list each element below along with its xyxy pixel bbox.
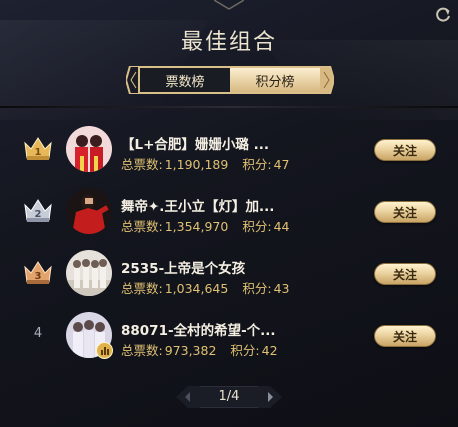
prev-page-icon[interactable] — [176, 386, 200, 408]
stats-line: 总票数: 1,354,970 积分: 44 — [121, 216, 291, 235]
tab-right-cap — [320, 66, 334, 94]
follow-button[interactable]: 关注 — [374, 139, 436, 161]
rank-number: 3 — [35, 271, 42, 282]
follow-button[interactable]: 关注 — [374, 325, 436, 347]
gold-crown-icon: 1 — [24, 137, 52, 160]
score-label: 积分: — [230, 343, 260, 358]
group-name[interactable]: 88071-全村的希望-个... — [121, 319, 361, 339]
rank-number: 4 — [33, 326, 43, 341]
group-name[interactable]: 2535-上帝是个女孩 — [121, 257, 361, 277]
votes-label: 总票数: — [121, 219, 163, 234]
score-label: 积分: — [242, 219, 272, 234]
follow-button[interactable]: 关注 — [374, 201, 436, 223]
top-notch-decoration — [214, 0, 244, 10]
list-item: 3 2535-上帝是个女孩 总票数: 1,034,645 积分: 43 关注 — [0, 242, 458, 304]
follow-button[interactable]: 关注 — [374, 263, 436, 285]
list-item: 1 【L+合肥】姗姗小璐 ... 总票数: 1,190,189 积分: 47 关注 — [0, 118, 458, 180]
bronze-crown-icon: 3 — [24, 261, 52, 284]
avatar[interactable] — [66, 126, 112, 172]
stats-line: 总票数: 1,034,645 积分: 43 — [121, 278, 291, 297]
page-indicator: 1/4 — [218, 389, 240, 404]
tab-votes[interactable]: 票数榜 — [138, 66, 230, 94]
next-page-icon[interactable] — [258, 386, 282, 408]
audio-badge-icon — [96, 342, 113, 359]
stats-line: 总票数: 1,190,189 积分: 47 — [121, 154, 291, 173]
votes-label: 总票数: — [121, 281, 163, 296]
score-value: 42 — [261, 343, 278, 358]
avatar[interactable] — [66, 188, 112, 234]
list-item: 4 88071-全村的希望-个... 总票数: 973,382 积分: 42 关注 — [0, 304, 458, 366]
pagination: 1/4 — [176, 386, 282, 408]
refresh-icon[interactable] — [434, 6, 452, 24]
tab-bar: 票数榜 积分榜 — [126, 66, 334, 94]
rank-number: 1 — [35, 147, 42, 158]
votes-value: 1,354,970 — [164, 219, 229, 234]
score-value: 44 — [273, 219, 290, 234]
score-label: 积分: — [242, 281, 272, 296]
leaderboard-panel: 最佳组合 票数榜 积分榜 1 【L+合肥】姗姗小璐 ... 总票数: 1,190… — [0, 0, 458, 427]
votes-value: 1,190,189 — [164, 157, 229, 172]
page-title: 最佳组合 — [180, 30, 277, 55]
votes-label: 总票数: — [121, 343, 163, 358]
tab-points[interactable]: 积分榜 — [230, 66, 322, 94]
avatar[interactable] — [66, 250, 112, 296]
score-value: 43 — [273, 281, 290, 296]
votes-value: 1,034,645 — [164, 281, 229, 296]
group-name[interactable]: 舞帝✦.王小立【灯】加... — [121, 195, 361, 215]
votes-label: 总票数: — [121, 157, 163, 172]
list-item: 2 舞帝✦.王小立【灯】加... 总票数: 1,354,970 积分: 44 关注 — [0, 180, 458, 242]
votes-value: 973,382 — [164, 343, 217, 358]
stats-line: 总票数: 973,382 积分: 42 — [121, 340, 280, 359]
group-name[interactable]: 【L+合肥】姗姗小璐 ... — [121, 133, 361, 153]
score-label: 积分: — [242, 157, 272, 172]
score-value: 47 — [273, 157, 290, 172]
divider — [0, 106, 458, 108]
silver-crown-icon: 2 — [24, 199, 52, 222]
rank-number: 2 — [35, 209, 42, 220]
